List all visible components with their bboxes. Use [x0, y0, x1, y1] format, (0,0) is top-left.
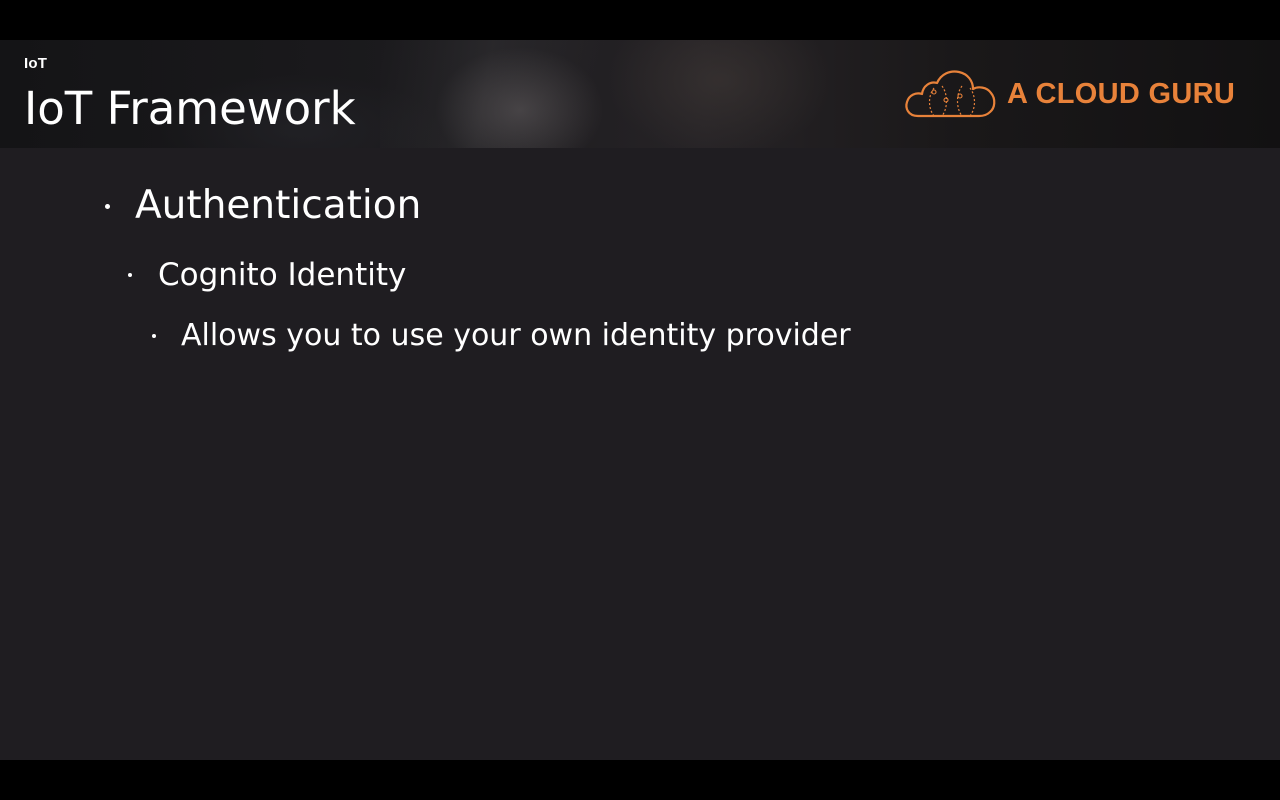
bullet-text: Authentication: [135, 183, 422, 228]
brand-logo: A CLOUD GURU: [904, 66, 1254, 122]
video-frame: IoT IoT Framework A CLOUD GURU Authentic…: [0, 0, 1280, 800]
brand-logo-text: A CLOUD GURU: [1007, 78, 1236, 110]
bullet-dot-icon: [128, 273, 132, 277]
slide: IoT IoT Framework A CLOUD GURU Authentic…: [0, 40, 1280, 760]
cloud-guru-icon: [905, 70, 996, 118]
bullet-text: Cognito Identity: [158, 257, 407, 293]
bullet-dot-icon: [152, 334, 156, 338]
bullet-item-level-3: Allows you to use your own identity prov…: [152, 317, 851, 355]
bullet-dot-icon: [105, 204, 110, 209]
bullet-item-level-2: Cognito Identity: [128, 256, 407, 294]
section-label: IoT: [24, 55, 48, 72]
bullet-item-level-1: Authentication: [105, 182, 422, 230]
slide-title: IoT Framework: [24, 82, 356, 135]
header-background-photo: [380, 40, 740, 148]
slide-header: IoT IoT Framework A CLOUD GURU: [0, 40, 1280, 148]
bullet-text: Allows you to use your own identity prov…: [181, 318, 851, 353]
